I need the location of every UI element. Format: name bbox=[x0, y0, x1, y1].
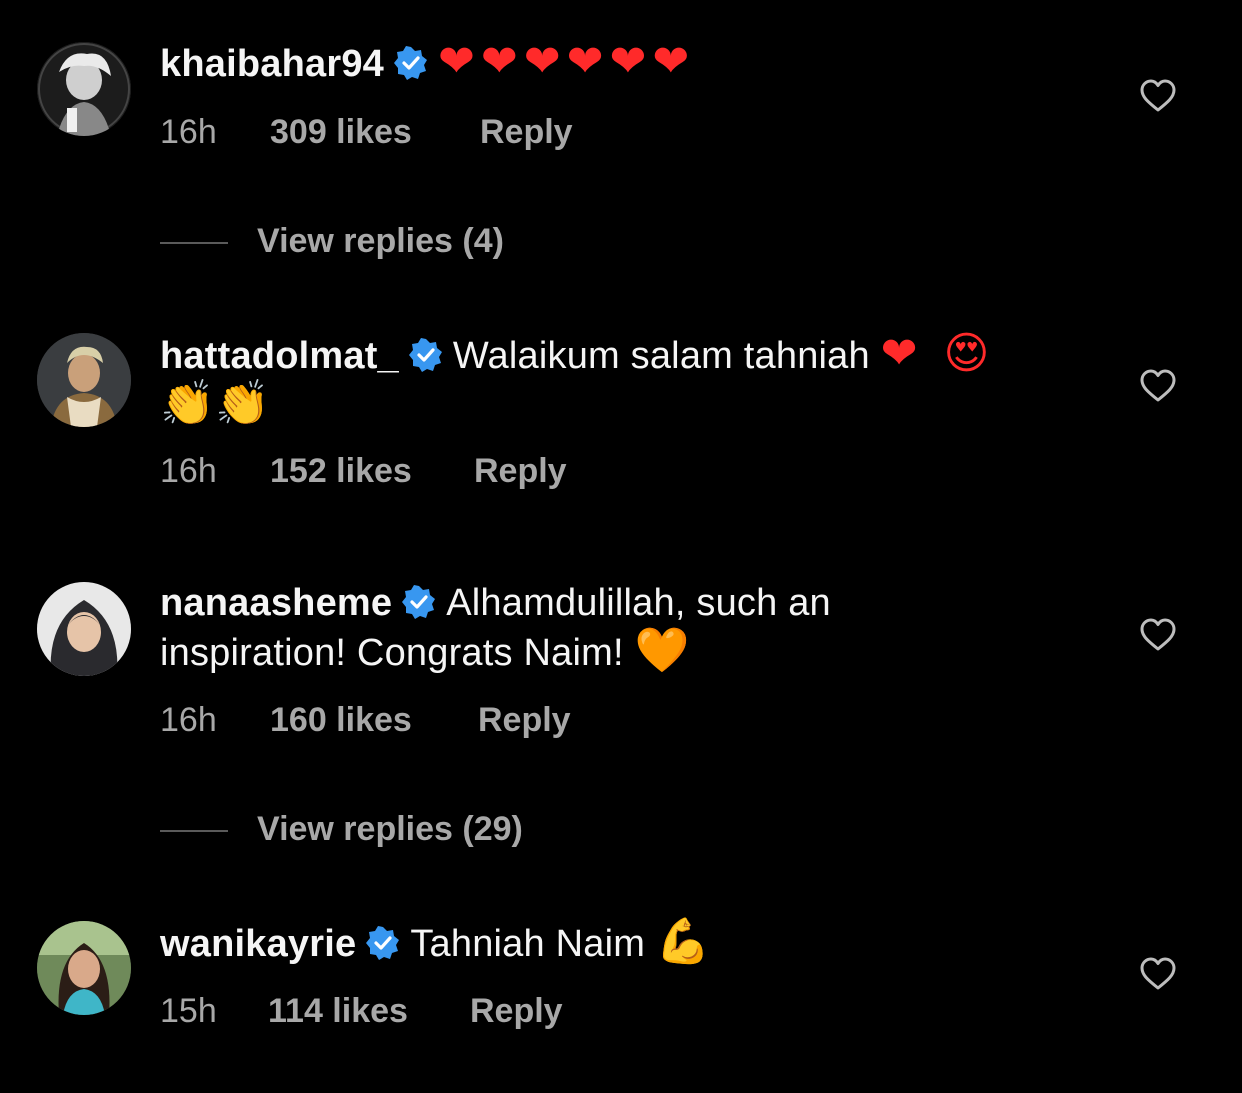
username[interactable]: hattadolmat_ bbox=[160, 335, 399, 377]
divider bbox=[160, 830, 228, 832]
reply-button[interactable]: Reply bbox=[470, 992, 563, 1031]
heart-outline-icon[interactable] bbox=[1140, 369, 1176, 403]
comment-text: Tahniah Naim bbox=[410, 923, 646, 965]
likes-count[interactable]: 309 likes bbox=[270, 113, 412, 152]
likes-count[interactable]: 152 likes bbox=[270, 452, 412, 491]
verified-badge-icon bbox=[393, 46, 428, 80]
username[interactable]: nanaasheme bbox=[160, 582, 392, 624]
orange-heart-emoji: 🧡 bbox=[634, 625, 690, 676]
comment-time: 16h bbox=[160, 701, 217, 739]
comments-screen: khaibahar94 ❤❤❤❤❤❤ 16h 309 likes Reply Vi… bbox=[0, 0, 1242, 1093]
likes-count[interactable]: 160 likes bbox=[270, 701, 412, 740]
comment-time: 15h bbox=[160, 992, 217, 1030]
comment-text-continued: inspiration! Congrats Naim! bbox=[160, 632, 624, 674]
comment-emoji: ❤ 😍 bbox=[880, 328, 996, 379]
heart-outline-icon[interactable] bbox=[1140, 618, 1176, 652]
avatar[interactable] bbox=[37, 921, 131, 1015]
view-replies-label[interactable]: View replies (29) bbox=[257, 810, 523, 849]
comment-text: Walaikum salam tahniah bbox=[452, 335, 870, 377]
username[interactable]: wanikayrie bbox=[160, 923, 356, 965]
username[interactable]: khaibahar94 bbox=[160, 43, 384, 85]
avatar[interactable] bbox=[37, 333, 131, 427]
verified-badge-icon bbox=[402, 585, 436, 619]
avatar[interactable] bbox=[37, 582, 131, 676]
likes-count[interactable]: 114 likes bbox=[268, 992, 408, 1031]
view-replies-label[interactable]: View replies (4) bbox=[257, 222, 504, 261]
reply-button[interactable]: Reply bbox=[478, 701, 571, 740]
divider bbox=[160, 242, 228, 244]
comment-time: 16h bbox=[160, 113, 217, 151]
reply-button[interactable]: Reply bbox=[480, 113, 573, 152]
comment-text: Alhamdulillah, such an bbox=[446, 582, 831, 624]
avatar[interactable] bbox=[37, 42, 131, 136]
flexed-biceps-emoji: 💪 bbox=[655, 916, 711, 967]
verified-badge-icon bbox=[408, 338, 443, 372]
clapping-hands-emoji: 👏👏 bbox=[160, 378, 270, 429]
comment-emoji: ❤❤❤❤❤❤ bbox=[437, 36, 696, 87]
reply-button[interactable]: Reply bbox=[474, 452, 567, 491]
comment-time: 16h bbox=[160, 452, 217, 490]
heart-outline-icon[interactable] bbox=[1140, 79, 1176, 113]
verified-badge-icon bbox=[366, 926, 400, 960]
heart-outline-icon[interactable] bbox=[1140, 957, 1176, 991]
